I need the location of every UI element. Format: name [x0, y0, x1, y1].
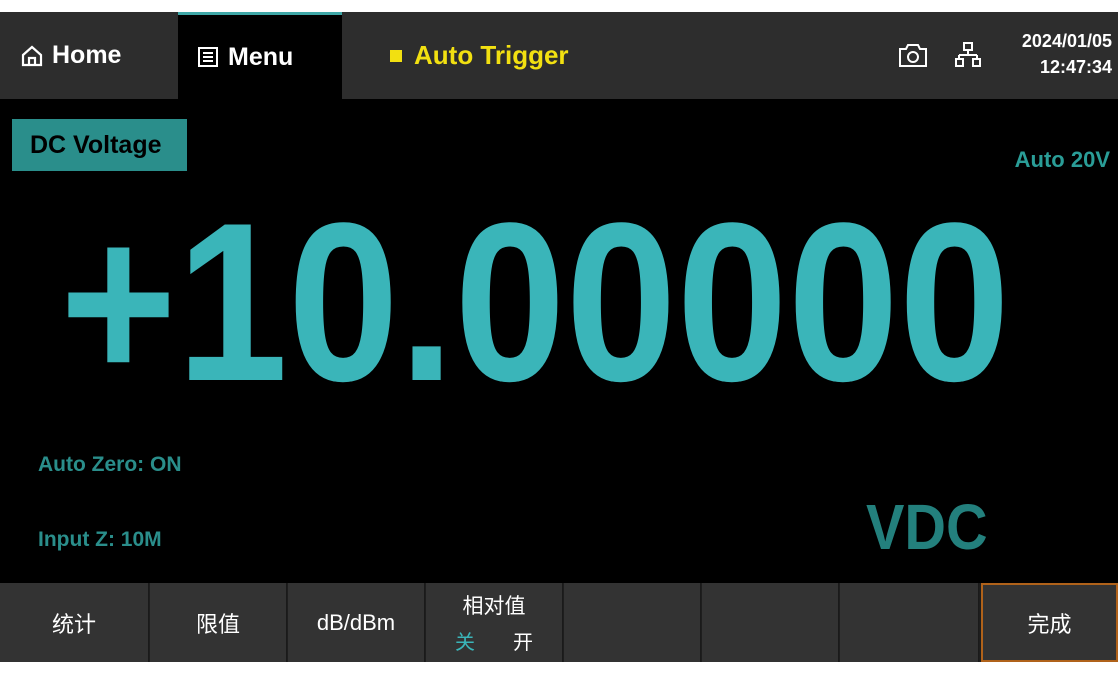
unit-label: VDC	[866, 491, 988, 563]
softkey-stats[interactable]: 统计	[0, 583, 149, 662]
softkey-label: 完成	[1027, 611, 1072, 637]
softkey-label: dB/dBm	[316, 609, 396, 635]
home-label: Home	[52, 41, 122, 69]
menu-icon	[198, 47, 218, 67]
softkey-label: 统计	[51, 611, 96, 637]
range-label: Auto 20V	[1014, 147, 1110, 172]
softkey-label: 相对值	[462, 595, 526, 618]
function-label: DC Voltage	[12, 119, 187, 171]
home-icon	[21, 45, 43, 66]
input-impedance-status: Input Z: 10M	[38, 528, 162, 551]
softkey-label: 限值	[195, 611, 240, 637]
toggle-off-option: 关	[455, 632, 475, 654]
instrument-screen: Home Menu Auto Trigger 2024/01/05 12:47:…	[0, 12, 1118, 662]
toggle-on-option: 开	[513, 632, 533, 654]
softkey-empty-3[interactable]	[840, 583, 979, 662]
softkey-done[interactable]: 完成	[981, 583, 1118, 662]
menu-button[interactable]: Menu	[178, 12, 342, 99]
home-button[interactable]: Home	[20, 12, 170, 99]
relative-toggle: 关 开	[455, 626, 533, 655]
time-text: 12:47:34	[1039, 57, 1112, 77]
reading-value: +10.00000	[60, 180, 1010, 420]
network-icon	[955, 42, 981, 67]
trigger-indicator-icon	[390, 49, 402, 62]
softkey-empty-2[interactable]	[702, 583, 839, 662]
menu-label: Menu	[228, 42, 294, 71]
trigger-label: Auto Trigger	[414, 40, 569, 70]
date-text: 2024/01/05	[1021, 31, 1112, 51]
softkey-empty-1[interactable]	[564, 583, 701, 662]
auto-zero-status: Auto Zero: ON	[38, 453, 182, 476]
softkey-bar: 统计 限值 dB/dBm 相对值 关 开 完成	[0, 583, 1118, 662]
softkey-limit[interactable]: 限值	[150, 583, 287, 662]
trigger-status: Auto Trigger	[390, 12, 569, 99]
camera-icon[interactable]	[897, 40, 929, 70]
top-bar: Home Menu Auto Trigger 2024/01/05 12:47:…	[0, 12, 1118, 99]
softkey-relative[interactable]: 相对值 关 开	[426, 583, 563, 662]
main-reading: +10.00000	[60, 180, 1010, 420]
softkey-db[interactable]: dB/dBm	[288, 583, 425, 662]
datetime: 2024/01/05 12:47:34	[1022, 28, 1112, 80]
